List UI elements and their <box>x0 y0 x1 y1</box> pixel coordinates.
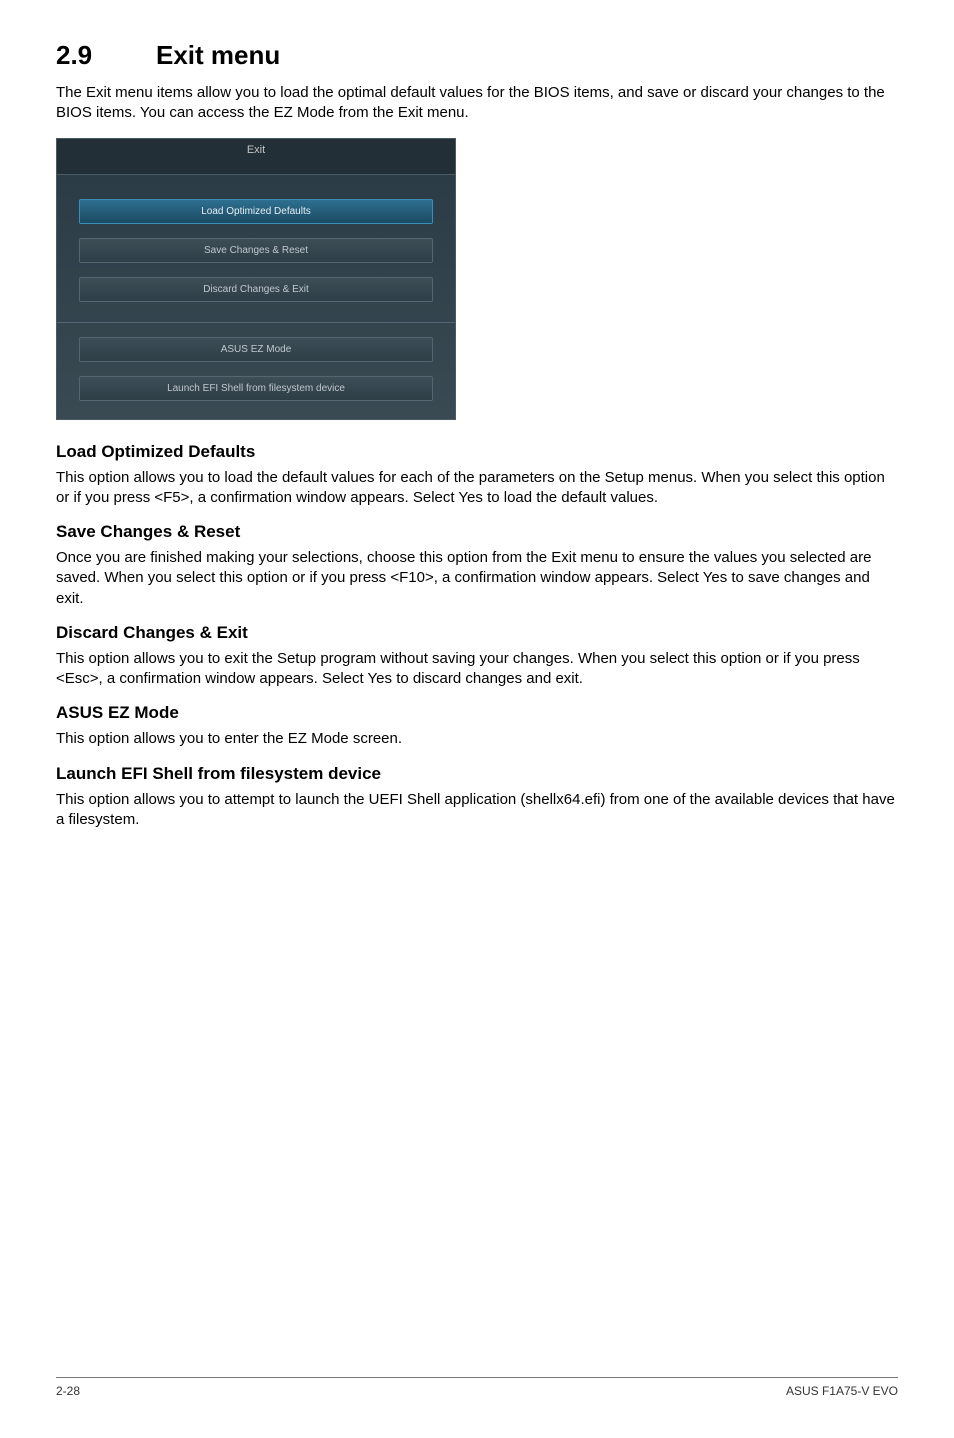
dialog-title: Exit <box>57 139 455 175</box>
section-title-save-reset: Save Changes & Reset <box>56 522 898 542</box>
dialog-button-launch-efi[interactable]: Launch EFI Shell from filesystem device <box>79 376 433 401</box>
intro-paragraph: The Exit menu items allow you to load th… <box>56 83 898 124</box>
page-footer: 2-28 ASUS F1A75-V EVO <box>56 1377 898 1398</box>
dialog-separator <box>57 322 455 323</box>
heading-title: Exit menu <box>156 40 280 70</box>
dialog-button-load-defaults[interactable]: Load Optimized Defaults <box>79 199 433 224</box>
exit-dialog: Exit Load Optimized Defaults Save Change… <box>56 138 456 420</box>
section-body-discard-exit: This option allows you to exit the Setup… <box>56 649 898 690</box>
heading-number: 2.9 <box>56 40 156 71</box>
section-title-discard-exit: Discard Changes & Exit <box>56 623 898 643</box>
page-heading: 2.9Exit menu <box>56 40 898 71</box>
section-body-ez-mode: This option allows you to enter the EZ M… <box>56 729 898 749</box>
footer-product-name: ASUS F1A75-V EVO <box>786 1384 898 1398</box>
section-title-launch-efi: Launch EFI Shell from filesystem device <box>56 764 898 784</box>
section-body-launch-efi: This option allows you to attempt to lau… <box>56 790 898 831</box>
dialog-button-save-reset[interactable]: Save Changes & Reset <box>79 238 433 263</box>
section-title-ez-mode: ASUS EZ Mode <box>56 703 898 723</box>
footer-page-number: 2-28 <box>56 1384 80 1398</box>
dialog-button-discard-exit[interactable]: Discard Changes & Exit <box>79 277 433 302</box>
section-title-load-defaults: Load Optimized Defaults <box>56 442 898 462</box>
section-body-load-defaults: This option allows you to load the defau… <box>56 468 898 509</box>
section-body-save-reset: Once you are finished making your select… <box>56 548 898 609</box>
dialog-body: Load Optimized Defaults Save Changes & R… <box>57 175 455 401</box>
dialog-button-ez-mode[interactable]: ASUS EZ Mode <box>79 337 433 362</box>
